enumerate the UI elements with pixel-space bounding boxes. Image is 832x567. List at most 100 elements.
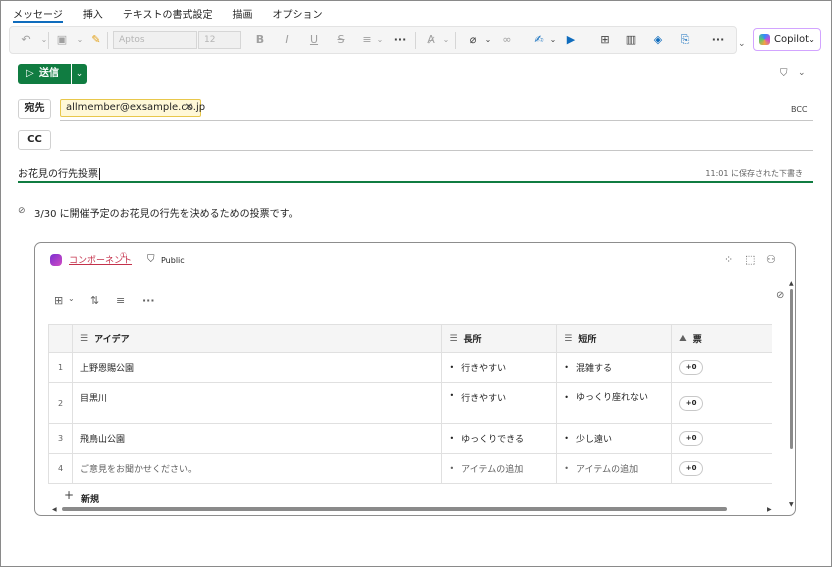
tab-insert[interactable]: 挿入 — [83, 5, 103, 23]
reactions-icon[interactable]: ⁘ — [724, 253, 733, 266]
chevron-down-icon: ⌄ — [808, 35, 815, 44]
cc-input[interactable] — [60, 150, 813, 151]
vote-button[interactable]: +0 — [679, 431, 704, 446]
vote-button[interactable]: +0 — [679, 461, 704, 476]
clipboard-dropdown-icon[interactable]: ⌄ — [72, 32, 88, 48]
styles-icon[interactable]: A̷ — [423, 32, 439, 48]
more-icon[interactable]: ··· — [142, 294, 155, 307]
cons-cell[interactable]: • 少し遠い — [557, 424, 673, 453]
save-draft-icon[interactable]: ⎘ — [677, 32, 693, 48]
bullet: • — [449, 363, 455, 372]
font-size-field[interactable]: 12 — [198, 31, 241, 49]
column-header-pros[interactable]: ☰ 長所 — [442, 325, 558, 352]
signature-dropdown-icon[interactable]: ⌄ — [545, 32, 561, 48]
pros-cell[interactable]: • 行きやすい — [442, 383, 558, 423]
cons-text: 少し遠い — [576, 435, 613, 445]
more-format-icon[interactable]: ··· — [392, 32, 408, 48]
font-name-field[interactable]: Aptos — [113, 31, 197, 49]
italic-icon[interactable]: I — [279, 32, 295, 48]
attach-icon[interactable]: ⌀ — [465, 32, 481, 48]
pros-cell[interactable]: • アイテムの追加 — [442, 454, 558, 483]
strikethrough-icon[interactable]: S — [333, 32, 349, 48]
undo-dropdown-icon[interactable]: ⌄ — [36, 32, 52, 48]
cons-cell[interactable]: • 混雑する — [557, 353, 673, 382]
undo-icon[interactable]: ↶ — [18, 32, 34, 48]
loop-icon[interactable]: ◈ — [650, 32, 666, 48]
underline-icon[interactable]: U — [306, 32, 322, 48]
bullet: • — [564, 434, 569, 443]
bcc-button[interactable]: BCC — [791, 105, 808, 114]
info-icon[interactable]: ① — [120, 251, 127, 260]
column-header-idea[interactable]: ☰ アイデア — [73, 325, 443, 352]
scroll-up-icon[interactable]: ▲ — [789, 280, 794, 287]
message-body-text[interactable]: 3/30 に開催予定のお花見の行先を決めるための投票です。 — [34, 205, 299, 220]
vote-cell: +0 — [672, 353, 772, 382]
column-label: 票 — [692, 335, 702, 345]
share-people-icon[interactable]: ⚇ — [766, 253, 776, 266]
idea-cell[interactable]: 目黒川 — [73, 383, 443, 423]
recipient-chip[interactable]: allmember@exsample.co.jp ✕ — [60, 99, 205, 117]
poll-icon[interactable]: ▥ — [623, 32, 639, 48]
row-number: 4 — [49, 454, 73, 483]
copilot-icon — [759, 34, 770, 45]
scroll-down-icon[interactable]: ▼ — [789, 501, 794, 508]
loop-paragraph-icon[interactable]: ⊘ — [776, 290, 784, 301]
tab-format-text[interactable]: テキストの書式設定 — [123, 5, 213, 23]
meeting-icon[interactable]: ▶ — [563, 32, 579, 48]
send-options-button[interactable]: ⌄ — [72, 64, 87, 84]
subject-field[interactable]: お花見の行先投票 — [18, 165, 100, 180]
tab-draw[interactable]: 描画 — [233, 5, 253, 23]
chevron-down-icon[interactable]: ⌄ — [68, 294, 75, 303]
cons-cell[interactable]: • ゆっくり座れない — [557, 383, 673, 423]
cc-button[interactable]: CC — [18, 130, 51, 150]
pros-cell[interactable]: • 行きやすい — [442, 353, 558, 382]
filter-icon[interactable]: ≡ — [116, 294, 125, 307]
bullet: • — [564, 363, 569, 372]
loop-component: コンポーネント ① ⛉ Public ⁘ ⬚ ⚇ ⊞ ⌄ ⇅ ≡ ··· ⊘ ☰… — [34, 242, 796, 516]
apps-icon[interactable]: ⊞ — [597, 32, 613, 48]
to-button[interactable]: 宛先 — [18, 99, 51, 119]
vote-button[interactable]: +0 — [679, 360, 704, 375]
vote-cell: +0 — [672, 454, 772, 483]
format-painter-icon[interactable]: ✎ — [88, 32, 104, 48]
line-spacing-dropdown-icon[interactable]: ⌄ — [372, 32, 388, 48]
vote-button[interactable]: +0 — [679, 395, 704, 411]
sort-icon[interactable]: ⇅ — [90, 294, 99, 307]
copy-component-icon[interactable]: ⬚ — [745, 253, 755, 266]
bullet: • — [449, 391, 455, 400]
styles-dropdown-icon[interactable]: ⌄ — [438, 32, 454, 48]
cons-cell[interactable]: • アイテムの追加 — [557, 454, 673, 483]
vertical-scrollbar[interactable] — [790, 289, 793, 449]
scroll-left-icon[interactable]: ◀ — [52, 506, 57, 513]
close-icon[interactable]: ✕ — [185, 100, 193, 116]
idea-cell[interactable]: 飛鳥山公園 — [73, 424, 443, 453]
plus-icon[interactable]: + — [64, 488, 74, 502]
bullet: • — [564, 464, 569, 473]
table-row: 4 ご意見をお聞かせください。 • アイテムの追加 • アイテムの追加 +0 — [49, 454, 772, 484]
column-header-cons[interactable]: ☰ 短所 — [557, 325, 673, 352]
copilot-button[interactable]: Copilot ⌄ — [753, 28, 821, 51]
pros-cell[interactable]: • ゆっくりできる — [442, 424, 558, 453]
chevron-down-icon[interactable]: ⌄ — [798, 68, 806, 78]
column-header-votes[interactable]: ⛰ 票 — [672, 325, 772, 352]
attach-dropdown-icon[interactable]: ⌄ — [480, 32, 496, 48]
tab-message[interactable]: メッセージ — [13, 5, 63, 23]
new-row-button[interactable]: 新規 — [81, 492, 99, 505]
visibility-label[interactable]: Public — [161, 256, 185, 265]
clipboard-icon[interactable]: ▣ — [54, 32, 70, 48]
idea-placeholder-cell[interactable]: ご意見をお聞かせください。 — [73, 454, 443, 483]
scroll-right-icon[interactable]: ▶ — [767, 506, 772, 513]
send-button[interactable]: ▷ 送信 — [18, 64, 71, 84]
cons-text: ゆっくり座れない — [576, 393, 649, 403]
idea-cell[interactable]: 上野恩賜公園 — [73, 353, 443, 382]
loop-paragraph-icon[interactable]: ⊘ — [18, 206, 26, 216]
sensitivity-icon[interactable]: ⛉ — [780, 68, 788, 79]
shield-icon: ⛉ — [147, 254, 155, 265]
bold-icon[interactable]: B — [252, 32, 268, 48]
tab-options[interactable]: オプション — [273, 5, 323, 23]
chevron-down-icon[interactable]: ⌄ — [738, 39, 746, 49]
link-icon[interactable]: ∞ — [499, 32, 515, 48]
more-icon[interactable]: ··· — [710, 32, 726, 48]
table-view-icon[interactable]: ⊞ — [54, 294, 63, 307]
horizontal-scrollbar[interactable] — [62, 507, 727, 511]
